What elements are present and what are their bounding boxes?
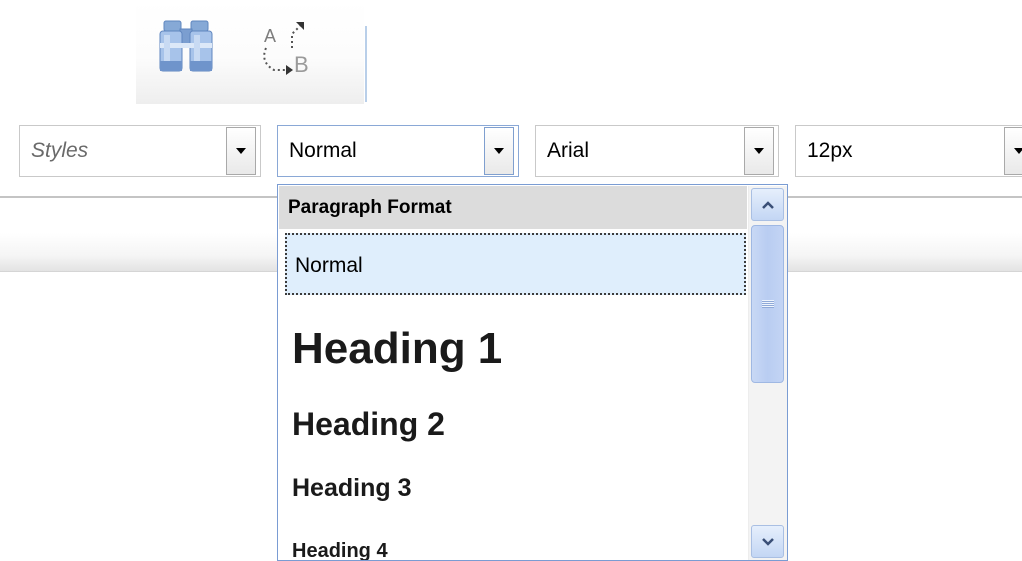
format-option-list: Normal Heading 1 Heading 2 Heading 3 Hea… bbox=[279, 229, 749, 560]
paragraph-format-dropdown: Paragraph Format Normal Heading 1 Headin… bbox=[277, 184, 788, 561]
styles-dropdown-button[interactable] bbox=[226, 127, 256, 175]
format-dropdown-button[interactable] bbox=[484, 127, 514, 175]
replace-button[interactable]: A B bbox=[246, 8, 326, 86]
font-combo-field[interactable]: Arial bbox=[536, 126, 743, 176]
chevron-down-icon bbox=[1014, 148, 1022, 154]
chevron-down-icon bbox=[754, 148, 764, 154]
font-dropdown-button[interactable] bbox=[744, 127, 774, 175]
font-size-combo-field[interactable]: 12px bbox=[796, 126, 1003, 176]
font-size-dropdown-button[interactable] bbox=[1004, 127, 1022, 175]
replace-icon-letter-a: A bbox=[264, 26, 276, 46]
toolbar-separator bbox=[365, 26, 367, 102]
format-combo-field[interactable]: Normal bbox=[278, 126, 483, 176]
scroll-down-button[interactable] bbox=[751, 525, 784, 558]
scroll-thumb[interactable] bbox=[751, 225, 784, 383]
scroll-up-button[interactable] bbox=[751, 188, 784, 221]
format-option-normal[interactable]: Normal bbox=[285, 233, 746, 295]
chevron-down-icon bbox=[236, 148, 246, 154]
styles-combo-field[interactable]: Styles bbox=[20, 126, 225, 176]
format-option-heading-4[interactable]: Heading 4 bbox=[279, 531, 749, 560]
dropdown-header: Paragraph Format bbox=[279, 186, 747, 229]
chevron-up-icon bbox=[761, 200, 774, 209]
icon-toolbar: A B bbox=[136, 0, 364, 104]
format-option-heading-3[interactable]: Heading 3 bbox=[279, 463, 749, 513]
replace-a-b-icon: A B bbox=[263, 22, 309, 77]
font-size-combo[interactable]: 12px bbox=[795, 125, 1022, 177]
replace-icon-letter-b: B bbox=[294, 52, 309, 77]
format-option-heading-1[interactable]: Heading 1 bbox=[279, 309, 749, 389]
format-combo[interactable]: Normal bbox=[277, 125, 519, 177]
find-button[interactable] bbox=[146, 8, 226, 86]
font-combo[interactable]: Arial bbox=[535, 125, 779, 177]
binoculars-icon bbox=[159, 20, 213, 72]
editor-window: A B Styles Normal Arial 12px Paragraph F… bbox=[0, 0, 1022, 561]
format-option-heading-2[interactable]: Heading 2 bbox=[279, 394, 749, 454]
chevron-down-icon bbox=[494, 148, 504, 154]
styles-combo[interactable]: Styles bbox=[19, 125, 261, 177]
chevron-down-icon bbox=[761, 537, 774, 546]
dropdown-scrollbar[interactable] bbox=[748, 186, 787, 560]
grip-icon bbox=[762, 300, 774, 308]
